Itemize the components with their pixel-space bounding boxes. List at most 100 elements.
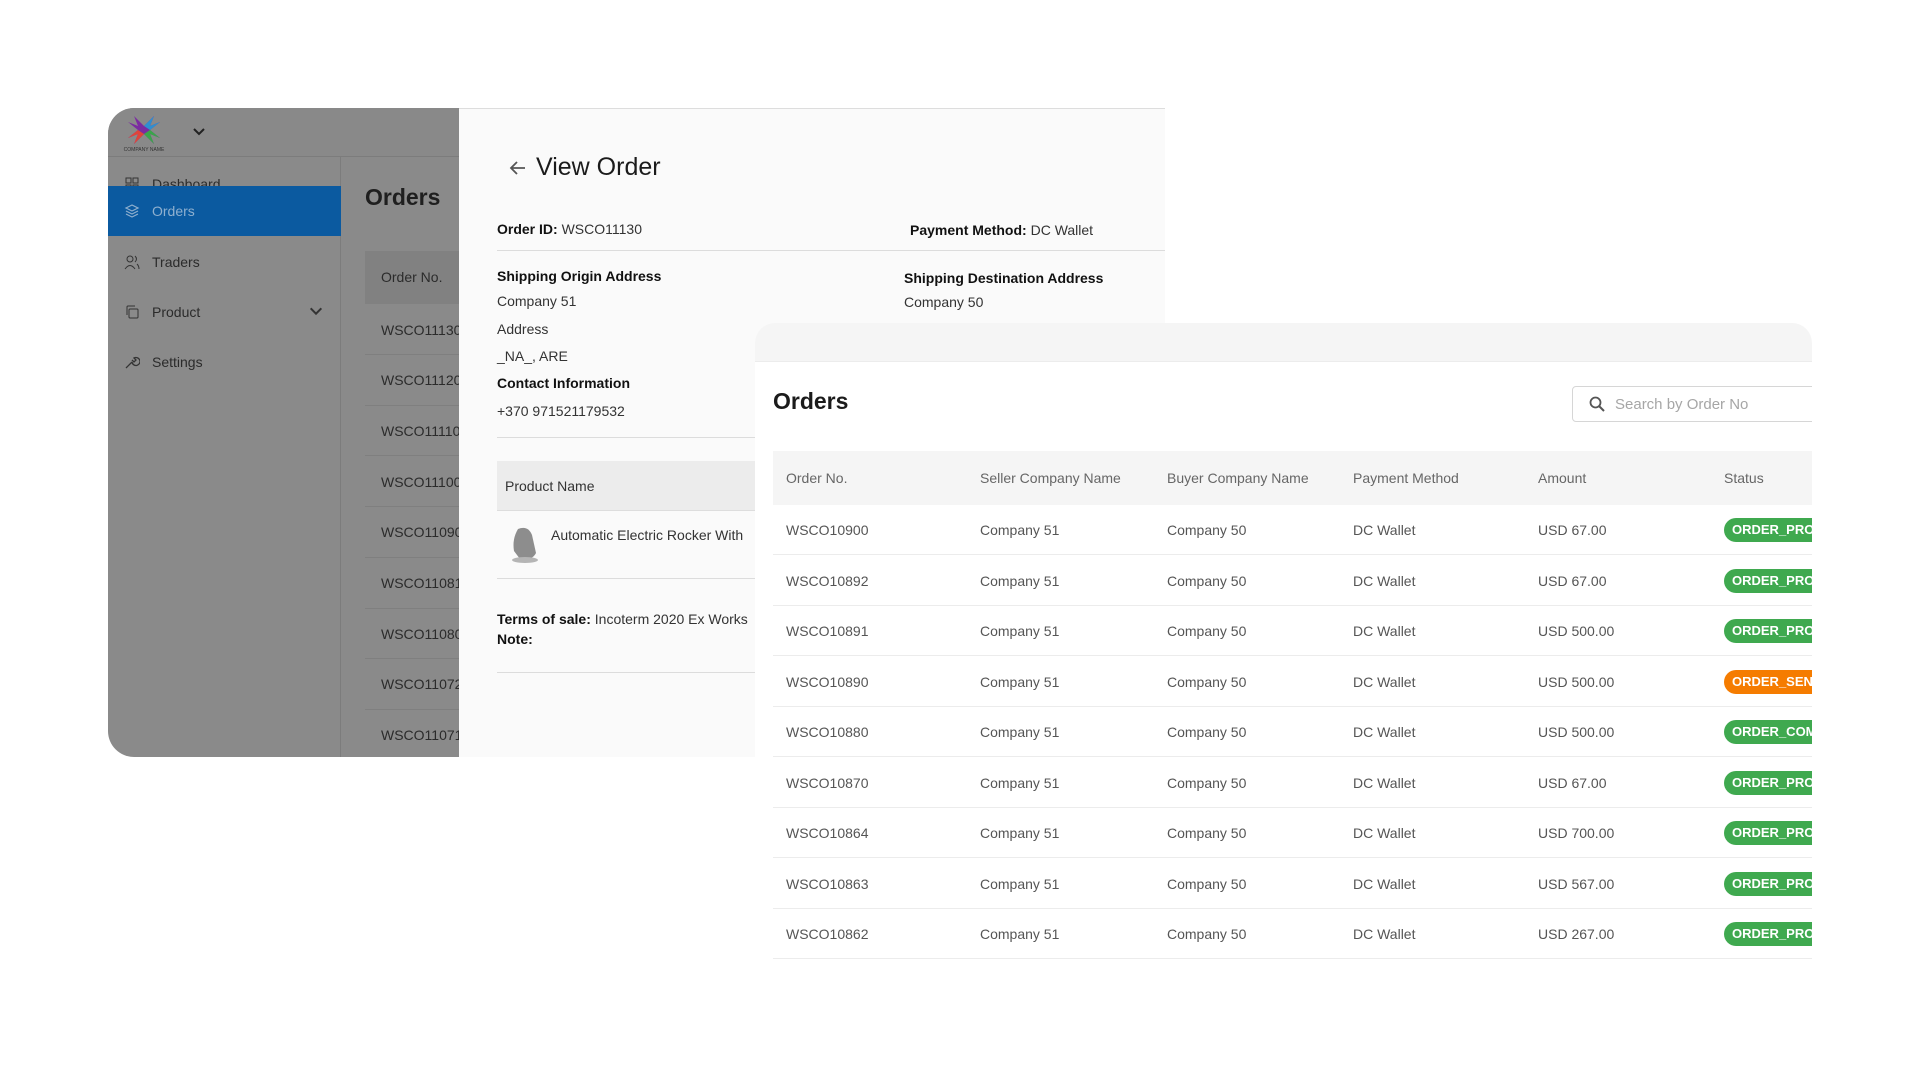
table-row[interactable]: WSCO10862 Company 51 Company 50 DC Wallet US…: [773, 909, 1812, 959]
divider: [497, 672, 755, 673]
cell-seller: Company 51: [980, 926, 1060, 942]
search-input[interactable]: Search by Order No: [1572, 386, 1812, 422]
cell-order: WSCO10900: [786, 522, 869, 538]
column-header[interactable]: Status: [1724, 451, 1764, 505]
back-order-row[interactable]: WSCO11080: [365, 609, 459, 660]
sidebar-item-orders[interactable]: Orders: [108, 186, 341, 236]
column-header[interactable]: Order No.: [786, 451, 847, 505]
sidebar-item-label: Orders: [152, 203, 195, 219]
terms-of-sale: Terms of sale: Incoterm 2020 Ex Works: [497, 611, 748, 627]
status-badge: ORDER_PROCES: [1724, 770, 1812, 795]
column-header[interactable]: Amount: [1538, 451, 1586, 505]
table-header: Order No. Seller Company Name Buyer Compan…: [773, 451, 1812, 505]
cell-method: DC Wallet: [1353, 572, 1416, 589]
cell-amount: USD 500.00: [1538, 623, 1615, 639]
cell-amount: USD 500.00: [1538, 724, 1615, 740]
sidebar-item-label: Settings: [152, 354, 203, 370]
cell-seller: Company 51: [980, 572, 1060, 589]
cell-method: DC Wallet: [1353, 774, 1416, 791]
status-badge: ORDER_PROCES: [1724, 568, 1812, 593]
sidebar-item-label: Traders: [152, 254, 200, 270]
cell-amount: USD 267.00: [1538, 926, 1615, 942]
status-badge: ORDER_PROCES: [1724, 821, 1812, 845]
back-order-row[interactable]: WSCO11100: [365, 457, 459, 508]
card-top-bar: [755, 323, 1812, 362]
cell-method: DC Wallet: [1353, 825, 1416, 841]
column-header[interactable]: Seller Company Name: [980, 451, 1121, 505]
orders-title: Orders: [773, 388, 849, 414]
cell-order: WSCO10862: [786, 926, 869, 942]
table-row[interactable]: WSCO10863 Company 51 Company 50 DC Wallet US…: [773, 859, 1812, 909]
status-badge: ORDER_SENT: [1724, 669, 1812, 694]
contact-phone: +370 971521179532: [497, 403, 625, 419]
cell-seller: Company 51: [980, 875, 1060, 892]
cell-order: WSCO10891: [786, 623, 869, 639]
cell-method: DC Wallet: [1353, 926, 1416, 942]
cell-seller: Company 51: [980, 673, 1060, 690]
cell-order: WSCO10870: [786, 774, 869, 791]
back-order-row[interactable]: WSCO11072: [365, 660, 459, 710]
status-badge: ORDER_COMPLE: [1724, 720, 1812, 744]
cell-buyer: Company 50: [1167, 572, 1247, 589]
cell-buyer: Company 50: [1167, 774, 1247, 791]
column-header[interactable]: Payment Method: [1353, 451, 1459, 505]
status-badge: ORDER_PROCES: [1724, 922, 1812, 946]
cell-amount: USD 700.00: [1538, 825, 1615, 841]
back-order-row[interactable]: WSCO11081: [365, 559, 459, 609]
table-row[interactable]: WSCO10890 Company 51 Company 50 DC Wallet US…: [773, 657, 1812, 707]
cell-order: WSCO10864: [786, 825, 869, 841]
sidebar: Dashboard Orders Traders Product Settings: [108, 157, 341, 757]
product-name[interactable]: Automatic Electric Rocker With: [551, 527, 743, 543]
wrench-icon: [125, 356, 140, 369]
cell-method: DC Wallet: [1353, 724, 1416, 740]
users-icon: [124, 255, 140, 270]
chevron-down-icon[interactable]: [192, 126, 206, 138]
cell-buyer: Company 50: [1167, 673, 1247, 690]
logo-text: COMPANY NAME: [124, 147, 165, 152]
table-row[interactable]: WSCO10892 Company 51 Company 50 DC Wallet US…: [773, 556, 1812, 606]
cell-order: WSCO10863: [786, 875, 869, 892]
table-row[interactable]: WSCO10880 Company 51 Company 50 DC Wallet US…: [773, 707, 1812, 757]
product-thumbnail: [512, 527, 538, 563]
order-id: Order ID: WSCO11130: [497, 221, 642, 237]
origin-country: _NA_, ARE: [497, 348, 568, 364]
view-order-title: View Order: [536, 153, 661, 181]
destination-company: Company 50: [904, 294, 984, 310]
cell-seller: Company 51: [980, 522, 1060, 538]
column-header[interactable]: Buyer Company Name: [1167, 451, 1309, 505]
table-row[interactable]: WSCO10870 Company 51 Company 50 DC Wallet US…: [773, 758, 1812, 808]
origin-address: Address: [497, 321, 549, 337]
cell-amount: USD 67.00: [1538, 774, 1607, 791]
back-arrow-icon[interactable]: [509, 160, 527, 176]
destination-label: Shipping Destination Address: [904, 270, 1104, 286]
copy-icon: [126, 305, 139, 319]
back-order-row[interactable]: WSCO11071: [365, 711, 459, 757]
cell-method: DC Wallet: [1353, 623, 1416, 639]
back-order-row[interactable]: WSCO11120: [365, 356, 459, 406]
cell-buyer: Company 50: [1167, 875, 1247, 892]
sidebar-item-settings[interactable]: Settings: [108, 337, 341, 387]
cell-order: WSCO10880: [786, 724, 869, 740]
back-orders-title: Orders: [365, 184, 441, 210]
cell-buyer: Company 50: [1167, 623, 1247, 639]
sidebar-item-traders[interactable]: Traders: [108, 237, 341, 287]
table-row[interactable]: WSCO10891 Company 51 Company 50 DC Wallet US…: [773, 606, 1812, 656]
sidebar-item-product[interactable]: Product: [108, 287, 341, 337]
cell-buyer: Company 50: [1167, 724, 1247, 740]
cell-amount: USD 500.00: [1538, 673, 1615, 690]
table-row[interactable]: WSCO10900 Company 51 Company 50 DC Wallet US…: [773, 505, 1812, 555]
back-order-row[interactable]: WSCO11130: [365, 305, 459, 355]
back-orders-header: Order No.: [365, 251, 465, 304]
status-badge: ORDER_PROCES: [1724, 871, 1812, 896]
note-label: Note:: [497, 631, 533, 647]
contact-label: Contact Information: [497, 375, 630, 391]
cell-amount: USD 67.00: [1538, 522, 1607, 538]
search-icon: [1589, 396, 1605, 412]
cell-seller: Company 51: [980, 724, 1060, 740]
back-order-row[interactable]: WSCO11090: [365, 508, 459, 558]
chevron-down-icon[interactable]: [308, 303, 336, 322]
back-order-row[interactable]: WSCO11110: [365, 406, 459, 457]
cell-seller: Company 51: [980, 774, 1060, 791]
orders-card: Orders Search by Order No Order No. Selle…: [755, 323, 1812, 973]
table-row[interactable]: WSCO10864 Company 51 Company 50 DC Wallet US…: [773, 808, 1812, 858]
